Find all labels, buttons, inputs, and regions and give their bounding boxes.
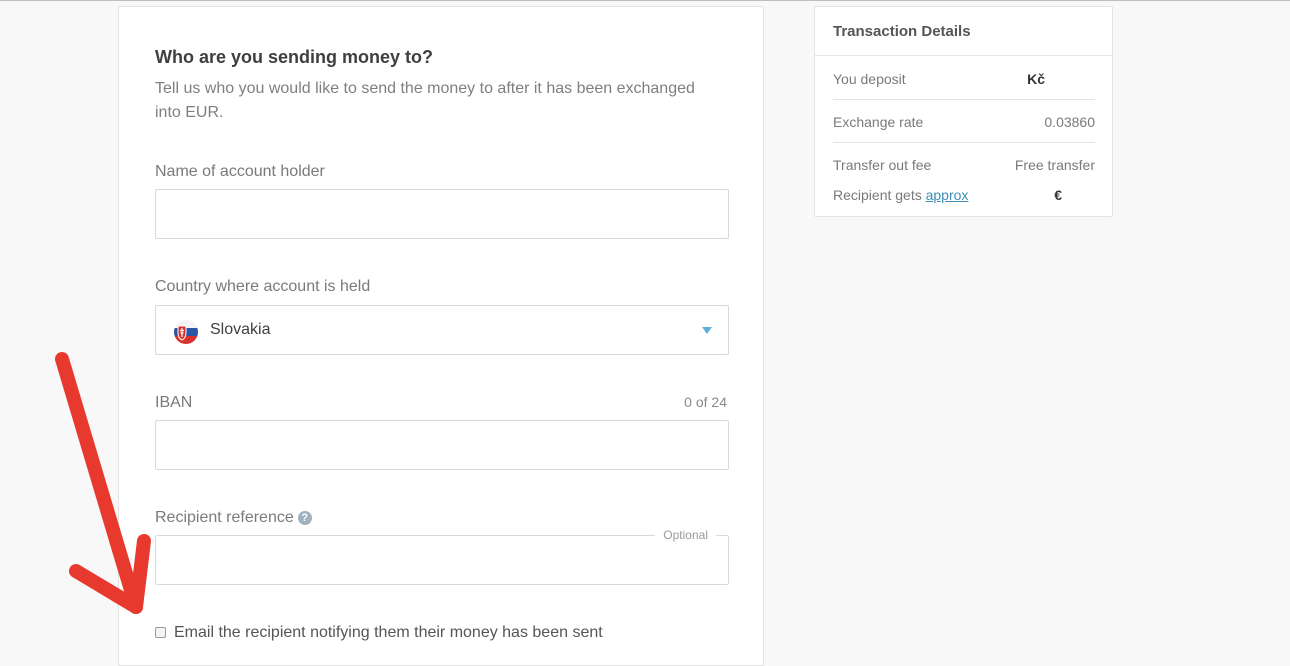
country-select-value: Slovakia — [210, 321, 271, 338]
recipient-reference-label: Recipient reference? — [155, 509, 312, 527]
account-holder-label: Name of account holder — [155, 163, 325, 180]
email-recipient-option[interactable]: Email the recipient notifying them their… — [155, 624, 603, 642]
account-holder-input[interactable] — [156, 190, 728, 238]
country-select[interactable]: Slovakia — [155, 305, 729, 355]
chevron-down-icon — [702, 327, 712, 334]
detail-row-recipient-gets: Recipient gets approx € — [833, 173, 1095, 215]
country-label: Country where account is held — [155, 278, 371, 295]
email-recipient-label: Email the recipient notifying them their… — [174, 624, 603, 641]
deposit-label: You deposit — [833, 71, 906, 87]
iban-field[interactable] — [155, 420, 729, 470]
top-divider — [0, 0, 1290, 1]
recipient-gets-value: € — [1054, 187, 1062, 203]
transaction-details-card: Transaction Details You deposit Kč Excha… — [814, 6, 1113, 217]
recipient-form-card: Who are you sending money to? Tell us wh… — [118, 6, 764, 666]
recipient-reference-input[interactable] — [156, 536, 728, 584]
form-subtitle: Tell us who you would like to send the m… — [155, 80, 695, 121]
transaction-details-title: Transaction Details — [815, 7, 1112, 56]
optional-tag: Optional — [655, 528, 716, 542]
iban-char-counter: 0 of 24 — [684, 394, 727, 410]
exchange-rate-value: 0.03860 — [1044, 114, 1095, 130]
approx-link[interactable]: approx — [926, 187, 969, 203]
detail-row-deposit: You deposit Kč — [833, 57, 1095, 100]
form-title: Who are you sending money to? — [155, 47, 434, 67]
iban-input[interactable] — [156, 421, 728, 469]
recipient-gets-label: Recipient gets approx — [833, 187, 968, 203]
exchange-rate-label: Exchange rate — [833, 114, 924, 130]
recipient-reference-field[interactable]: Optional — [155, 528, 729, 585]
transfer-fee-value: Free transfer — [1014, 157, 1095, 173]
deposit-value: Kč — [1027, 71, 1045, 87]
annotation-arrow-icon — [55, 352, 151, 614]
recipient-reference-label-text: Recipient reference — [155, 509, 294, 526]
transfer-fee-label: Transfer out fee — [833, 157, 932, 173]
slovakia-flag-icon — [174, 320, 198, 344]
detail-row-exchange-rate: Exchange rate 0.03860 — [833, 100, 1095, 143]
account-holder-field[interactable] — [155, 189, 729, 239]
question-icon[interactable]: ? — [297, 511, 312, 525]
recipient-gets-text: Recipient gets — [833, 187, 926, 203]
